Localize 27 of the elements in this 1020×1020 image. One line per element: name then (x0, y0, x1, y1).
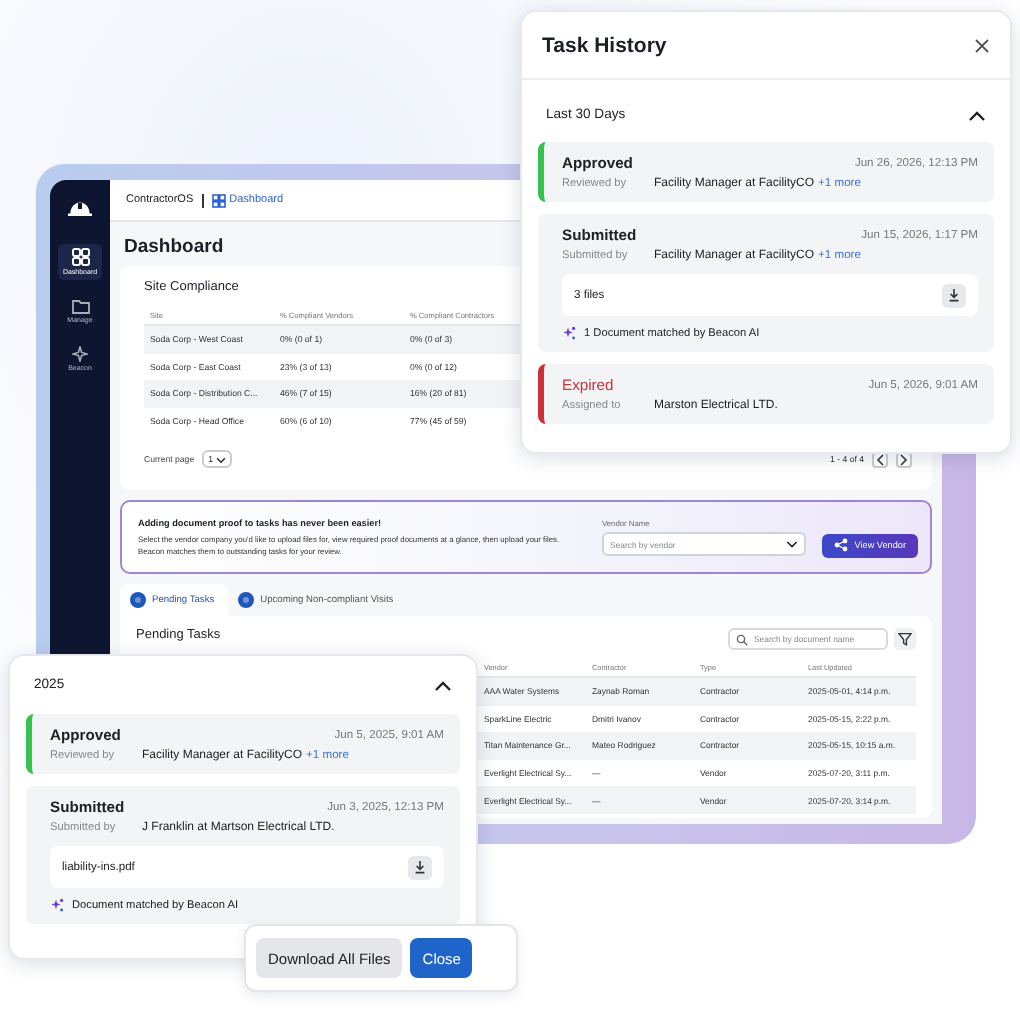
chevron-up-icon[interactable] (434, 679, 452, 691)
download-button[interactable] (942, 283, 966, 307)
hard-hat-logo (66, 198, 94, 218)
chevron-left-icon (876, 453, 884, 465)
share-icon (834, 538, 849, 552)
filter-button[interactable] (894, 628, 916, 650)
sparkle-icon (72, 346, 88, 362)
chevron-right-icon (900, 453, 908, 465)
grid-icon (211, 193, 226, 207)
caret-icon (786, 540, 799, 548)
download-icon (414, 860, 426, 874)
folder-icon (71, 298, 89, 314)
search-icon (736, 633, 748, 645)
divider (201, 193, 204, 207)
count-badge-icon (130, 592, 146, 608)
page-title: Dashboard (124, 236, 224, 258)
panel-title: Task History (542, 33, 667, 57)
download-button[interactable] (408, 855, 432, 879)
download-icon (948, 288, 960, 302)
funnel-icon (898, 632, 912, 646)
grid-icon (71, 248, 89, 266)
sparkle-icon (50, 898, 64, 912)
sparkle-icon (562, 326, 576, 340)
caret-icon (216, 455, 227, 463)
count-badge-icon (238, 592, 255, 608)
chevron-up-icon[interactable] (968, 109, 986, 121)
close-icon[interactable] (974, 37, 990, 53)
